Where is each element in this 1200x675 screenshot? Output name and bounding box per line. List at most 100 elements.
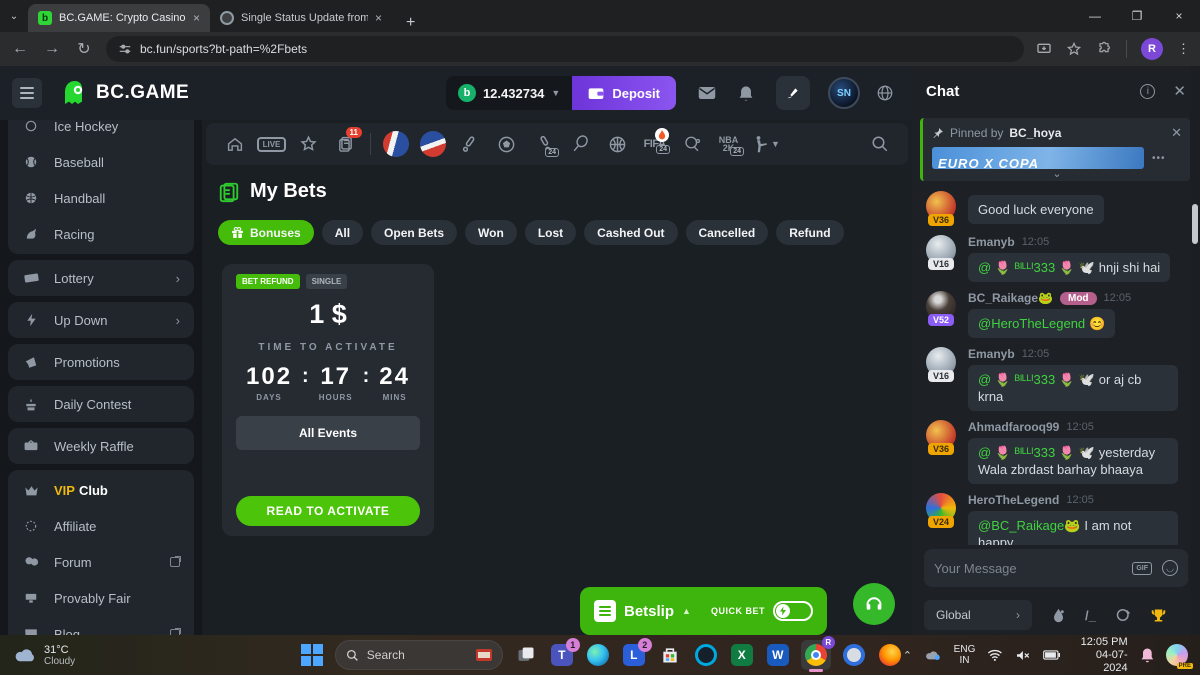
coinflip-icon[interactable] — [1116, 608, 1131, 622]
favorites-star-icon[interactable] — [290, 135, 327, 153]
tennis-icon[interactable] — [562, 135, 599, 154]
user-avatar[interactable]: SN — [828, 77, 860, 109]
battery-icon[interactable] — [1043, 650, 1061, 660]
chat-close-icon[interactable]: ✕ — [1173, 82, 1186, 100]
sidebar-item-affiliate[interactable]: Affiliate — [8, 508, 194, 544]
emoji-icon[interactable]: ◡ — [1162, 560, 1178, 576]
window-minimize-button[interactable]: — — [1074, 0, 1116, 32]
site-info-icon[interactable] — [118, 42, 132, 56]
basketball-icon[interactable] — [599, 135, 636, 154]
channel-selector[interactable]: Global› — [924, 600, 1032, 630]
address-bar[interactable]: bc.fun/sports?bt-path=%2Fbets — [106, 36, 1024, 62]
chat-rules-icon[interactable]: /_ — [1085, 608, 1096, 623]
sidebar-item-up-down[interactable]: Up Down › — [8, 302, 194, 338]
brand-logo[interactable]: BC.GAME — [62, 80, 189, 106]
ready-to-activate-button[interactable]: READ TO ACTIVATE — [236, 496, 420, 526]
chrome-icon-active[interactable]: R — [801, 640, 831, 670]
t20-league-logo[interactable] — [414, 131, 451, 157]
sidebar-item-forum[interactable]: Forum — [8, 544, 194, 580]
filter-open-bets[interactable]: Open Bets — [371, 220, 457, 245]
betslip-bar[interactable]: Betslip ▲ QUICK BET — [580, 587, 827, 635]
browser-menu-icon[interactable]: ⋮ — [1177, 41, 1190, 57]
table-tennis-icon[interactable] — [673, 135, 710, 153]
weather-widget[interactable]: 31°CCloudy — [14, 644, 133, 667]
reload-button[interactable]: ↻ — [74, 39, 94, 59]
username[interactable]: BC_Raikage🐸 — [968, 291, 1053, 305]
extensions-icon[interactable] — [1096, 41, 1112, 57]
support-headset-button[interactable] — [853, 583, 895, 625]
linkedin-app-icon[interactable]: L2 — [621, 642, 647, 668]
start-button[interactable] — [299, 642, 325, 668]
filter-bonuses[interactable]: Bonuses — [218, 220, 314, 245]
taskbar-search-input[interactable] — [367, 648, 468, 662]
back-button[interactable]: ← — [10, 40, 30, 58]
filter-cashed-out[interactable]: Cashed Out — [584, 220, 677, 245]
chat-bubble[interactable]: @HeroTheLegend😊 — [968, 309, 1115, 338]
taskbar-search[interactable] — [335, 640, 503, 670]
edge-icon[interactable] — [585, 642, 611, 668]
tab-search-chevron[interactable]: ⌄ — [0, 0, 28, 32]
notifications-bell-icon[interactable] — [738, 85, 754, 102]
rain-icon[interactable] — [1052, 608, 1065, 623]
username[interactable]: Emanyb — [968, 235, 1015, 249]
task-view-icon[interactable] — [513, 642, 539, 668]
my-bets-icon[interactable]: 11 — [327, 135, 364, 153]
excel-icon[interactable]: X — [729, 642, 755, 668]
browser-tab-bcgame[interactable]: b BC.GAME: Crypto Casino Games × — [28, 4, 210, 32]
mail-icon[interactable] — [698, 86, 716, 100]
soccer-icon[interactable] — [488, 135, 525, 154]
chat-info-icon[interactable]: i — [1140, 84, 1155, 99]
counter-strike-icon[interactable]: ▼ — [747, 135, 784, 153]
all-events-button[interactable]: All Events — [236, 416, 420, 450]
sidebar-item-baseball[interactable]: Baseball — [8, 144, 194, 180]
sidebar-item-blog[interactable]: Blog — [8, 616, 194, 635]
sidebar-item-promotions[interactable]: Promotions — [8, 344, 194, 380]
chat-bubble[interactable]: @ 🌷 ᴮᴵᴸᴸᴵ333 🌷 🕊️yesterday Wala zbrdast … — [968, 438, 1178, 484]
balance-selector[interactable]: b 12.432734 ▼ — [446, 76, 572, 110]
chat-bubble[interactable]: @BC_Raikage🐸I am not happy — [968, 511, 1178, 545]
sidebar-item-daily-contest[interactable]: Daily Contest — [8, 386, 194, 422]
sidebar-item-racing[interactable]: Racing — [8, 216, 194, 252]
username[interactable]: Ahmadfarooq99 — [968, 420, 1059, 434]
language-globe-icon[interactable] — [876, 84, 894, 102]
tab-close-icon[interactable]: × — [375, 11, 382, 25]
wifi-icon[interactable] — [987, 649, 1003, 661]
pinned-expand-chevron[interactable]: ⌄ — [932, 169, 1182, 179]
new-tab-button[interactable]: + — [406, 14, 415, 32]
browser-profile-avatar[interactable]: R — [1141, 38, 1163, 60]
cricket24-icon[interactable]: 24 — [525, 135, 562, 153]
camera-app-icon[interactable] — [841, 642, 867, 668]
filter-lost[interactable]: Lost — [525, 220, 576, 245]
filter-refund[interactable]: Refund — [776, 220, 843, 245]
gif-icon[interactable]: GIF — [1132, 562, 1152, 575]
live-events-button[interactable]: LIVE — [253, 137, 290, 152]
sidebar-item-handball[interactable]: Handball — [8, 180, 194, 216]
microsoft-store-icon[interactable] — [657, 642, 683, 668]
copilot-icon[interactable]: PRE — [1166, 644, 1188, 666]
sidebar-item-weekly-raffle[interactable]: Weekly Raffle — [8, 428, 194, 464]
window-restore-button[interactable]: ❐ — [1116, 0, 1158, 32]
hamburger-menu-button[interactable] — [12, 78, 42, 108]
username[interactable]: HeroTheLegend — [968, 493, 1059, 507]
sidebar-item-provably-fair[interactable]: Provably Fair — [8, 580, 194, 616]
chat-bubble[interactable]: Good luck everyone — [968, 195, 1104, 224]
teams-icon[interactable]: T1 — [549, 642, 575, 668]
deposit-button[interactable]: Deposit — [572, 76, 676, 110]
chat-message-input[interactable] — [934, 561, 1122, 576]
onedrive-tray-icon[interactable] — [924, 649, 942, 661]
nba2k-icon[interactable]: NBA2K24 — [710, 136, 747, 152]
chat-bubble[interactable]: @ 🌷 ᴮᴵᴸᴸᴵ333 🌷 🕊️hnji shi hai — [968, 253, 1170, 282]
pinned-more-icon[interactable]: ••• — [1152, 153, 1166, 164]
filter-won[interactable]: Won — [465, 220, 517, 245]
cricket-icon[interactable] — [451, 135, 488, 153]
sidebar-item-vip-club[interactable]: VIPClub — [8, 472, 194, 508]
search-icon[interactable] — [861, 135, 898, 153]
fifa24-icon[interactable]: FIFA24 — [636, 138, 673, 150]
filter-cancelled[interactable]: Cancelled — [686, 220, 769, 245]
pinned-close-icon[interactable]: ✕ — [1171, 125, 1182, 141]
cricket-league-logo[interactable] — [377, 131, 414, 157]
home-icon[interactable] — [216, 136, 253, 153]
bookmark-star-icon[interactable] — [1066, 41, 1082, 57]
save-to-device-icon[interactable] — [1036, 41, 1052, 57]
notifications-bell-tray-icon[interactable] — [1140, 647, 1155, 663]
